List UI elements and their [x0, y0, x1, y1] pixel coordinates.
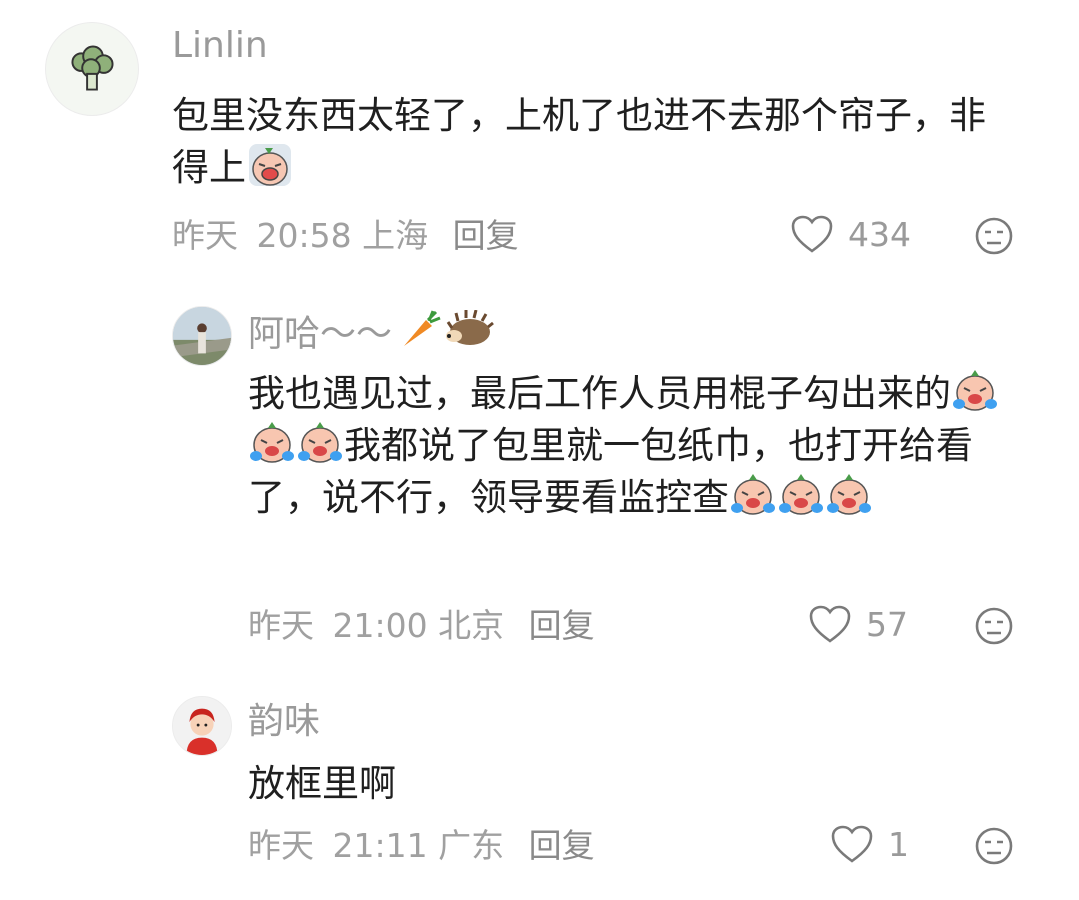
time: 20:58	[256, 216, 352, 255]
broccoli-icon	[71, 45, 114, 91]
username-text[interactable]: 阿哈～～	[248, 314, 392, 355]
time: 21:11	[332, 826, 428, 865]
like-count: 434	[848, 214, 911, 254]
cartoon-child-icon	[173, 697, 231, 755]
grimace-emoji-icon	[249, 144, 291, 186]
person-photo-icon	[173, 307, 231, 365]
reply-button[interactable]: 回复	[529, 826, 595, 865]
comment-text-segment: 包里没东西太轻了，上机了也进不去那个帘子，非得上	[172, 94, 986, 189]
reply-button[interactable]: 回复	[453, 216, 519, 255]
cry-emoji-icon	[827, 474, 871, 515]
reply-button[interactable]: 回复	[529, 606, 595, 645]
carrot-icon	[404, 310, 441, 346]
comment-text: 放框里啊	[248, 758, 1028, 810]
location: 北京	[438, 606, 505, 645]
comment-item: 韵味 放框里啊 昨天 21:11 广东 回复 1	[0, 680, 1079, 900]
username: 阿哈～～	[248, 309, 494, 361]
dislike-face-icon[interactable]	[974, 826, 1014, 866]
avatar[interactable]	[172, 306, 232, 366]
like-button[interactable]: 434	[790, 214, 911, 254]
dislike-face-icon[interactable]	[974, 606, 1014, 646]
date: 昨天	[172, 216, 238, 255]
like-count: 57	[866, 604, 908, 644]
username[interactable]: 韵味	[248, 700, 320, 744]
dislike-face-icon[interactable]	[974, 216, 1014, 256]
cry-emoji-icon	[953, 370, 997, 411]
like-button[interactable]: 57	[808, 604, 908, 644]
comment-text: 我也遇见过，最后工作人员用棍子勾出来的我都说了包里就一包纸巾，也打开给看了，说不…	[248, 368, 1038, 524]
location: 上海	[362, 216, 429, 255]
time: 21:00	[332, 606, 428, 645]
comment-text: 包里没东西太轻了，上机了也进不去那个帘子，非得上	[172, 90, 992, 194]
location: 广东	[438, 826, 505, 865]
comment-meta: 昨天 21:11 广东 回复	[248, 826, 595, 866]
cry-emoji-icon	[779, 474, 823, 515]
username[interactable]: Linlin	[172, 24, 268, 68]
username-emojis	[398, 309, 494, 361]
comment-item: 阿哈～～ 我也遇见过，最后工作人员用棍子勾出来的我都说了包里就一包纸巾，也打开给…	[0, 290, 1079, 670]
date: 昨天	[248, 826, 314, 865]
like-button[interactable]: 1	[830, 824, 909, 864]
avatar[interactable]	[172, 696, 232, 756]
comment-item: Linlin 包里没东西太轻了，上机了也进不去那个帘子，非得上 昨天 20:58…	[0, 0, 1079, 270]
comment-text-segment: 放框里啊	[248, 762, 396, 805]
comment-meta: 昨天 21:00 北京 回复	[248, 606, 595, 646]
cry-emoji-icon	[250, 422, 294, 463]
heart-icon	[791, 215, 833, 253]
cry-emoji-icon	[298, 422, 342, 463]
heart-icon	[831, 825, 873, 863]
date: 昨天	[248, 606, 314, 645]
heart-icon	[809, 605, 851, 643]
like-count: 1	[888, 824, 909, 864]
hedgehog-icon	[446, 309, 494, 345]
cry-emoji-icon	[731, 474, 775, 515]
comment-meta: 昨天 20:58 上海 回复	[172, 216, 519, 256]
comment-text-segment: 我也遇见过，最后工作人员用棍子勾出来的	[248, 372, 951, 415]
avatar[interactable]	[45, 22, 139, 116]
